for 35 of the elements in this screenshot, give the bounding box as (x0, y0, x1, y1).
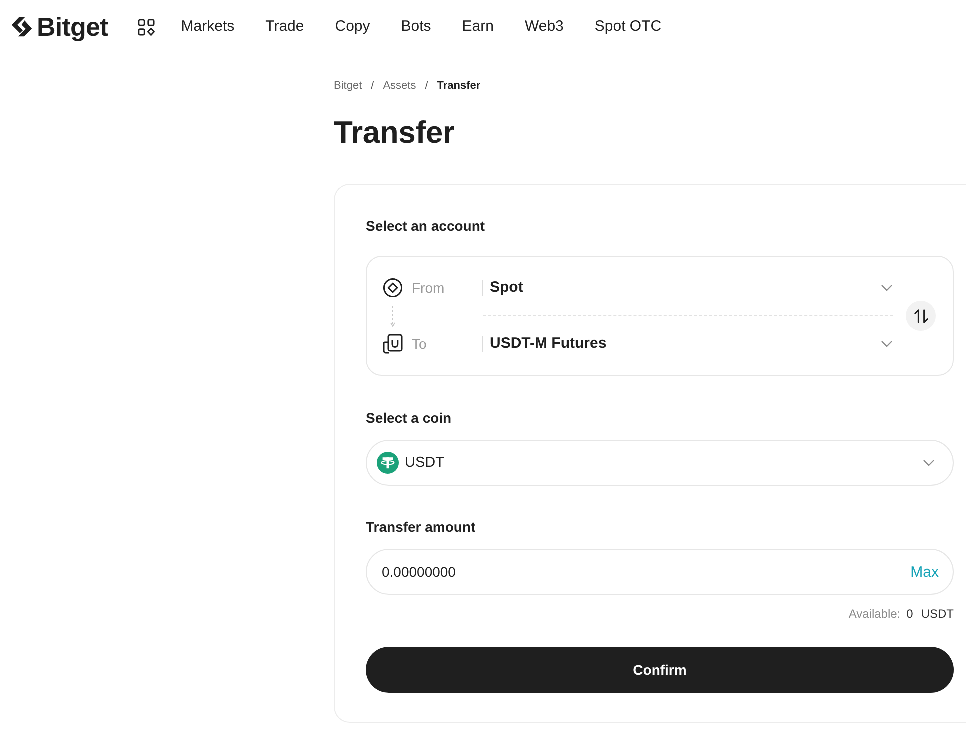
breadcrumb-separator: / (425, 79, 428, 93)
grid-menu-icon[interactable] (138, 18, 156, 36)
available-label: Available: (848, 606, 901, 622)
chevron-down-icon (881, 284, 893, 292)
coin-t-icon (377, 452, 399, 474)
breadcrumb-separator: / (371, 79, 374, 93)
logo-link[interactable]: Bitget (11, 12, 108, 42)
nav-link[interactable]: Markets (181, 17, 235, 37)
page-title: Transfer (334, 114, 456, 152)
breadcrumb-link[interactable]: Bitget (334, 79, 362, 93)
account-label: To (412, 335, 428, 353)
account-select[interactable]: Spot (483, 260, 893, 316)
nav-link[interactable]: Copy (335, 17, 370, 37)
logo-icon (11, 16, 33, 38)
available-unit: USDT (921, 606, 954, 622)
breadcrumb-link[interactable]: Assets (383, 79, 416, 93)
nav-link[interactable]: Web3 (524, 17, 564, 37)
square-u-icon (383, 334, 403, 354)
confirm-button[interactable]: Confirm (366, 647, 954, 693)
breadcrumb-current: Transfer (437, 79, 481, 93)
available-value: 0 (906, 606, 914, 622)
section-label: Select a coin (366, 409, 453, 428)
nav-link[interactable]: Bots (401, 17, 432, 37)
account-label: From (412, 279, 446, 297)
chevron-down-icon (881, 340, 893, 348)
swap-button[interactable] (906, 301, 936, 331)
coin-select[interactable]: USDT (366, 440, 954, 486)
nav-link[interactable]: Trade (266, 17, 304, 37)
dotted-arrow-icon (390, 306, 396, 328)
account-select[interactable]: USDT-M Futures (483, 316, 893, 372)
nav-link[interactable]: Spot OTC (594, 17, 662, 37)
section-label: Select an account (366, 217, 486, 236)
nav-link[interactable]: Earn (462, 17, 494, 37)
chevron-down-icon (923, 459, 935, 467)
section-label: Transfer amount (366, 518, 477, 537)
